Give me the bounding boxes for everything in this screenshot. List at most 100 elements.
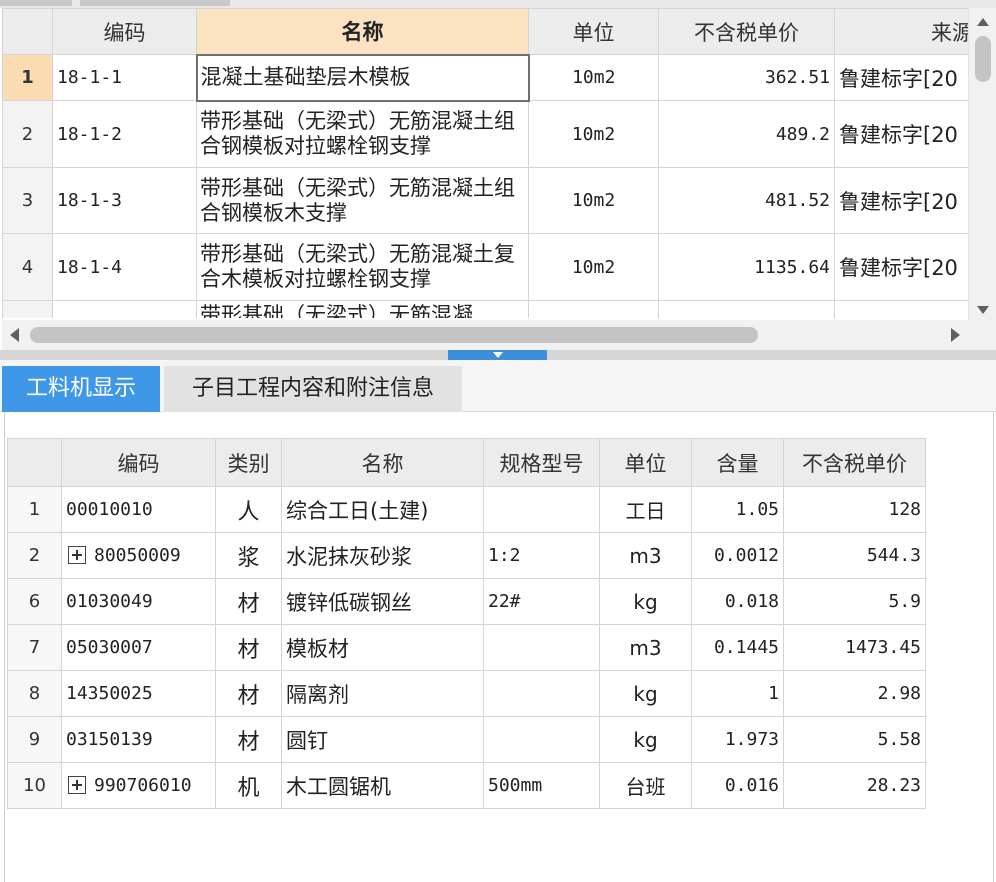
resource-price-cell[interactable]: 544.3: [783, 532, 926, 579]
quota-unit-cell[interactable]: 10m2: [528, 167, 659, 234]
col-header-code[interactable]: 编码: [61, 438, 216, 487]
resource-quantity-cell[interactable]: 0.1445: [691, 624, 784, 671]
resource-row[interactable]: 6 01030049 材镀锌低碳钢丝 22# kg 0.018 5.9: [7, 578, 926, 625]
quota-price-cell[interactable]: [658, 300, 835, 318]
quota-name-cell[interactable]: 带形基础（无梁式）无筋混凝土组合钢模板木支撑: [196, 167, 529, 234]
row-index[interactable]: 8: [7, 670, 62, 717]
resource-category-cell[interactable]: 人: [215, 486, 282, 533]
resource-category-cell[interactable]: 浆: [215, 532, 282, 579]
row-index[interactable]: 1: [2, 54, 53, 101]
tab-labor-material-machine[interactable]: 工料机显示: [2, 366, 160, 412]
quota-unit-cell[interactable]: [528, 300, 659, 318]
quota-code-cell[interactable]: 18-1-4: [52, 233, 197, 301]
top-tab-stub[interactable]: [80, 0, 230, 6]
resource-spec-cell[interactable]: [483, 624, 600, 671]
quota-code-cell[interactable]: 18-1-3: [52, 167, 197, 234]
resource-row[interactable]: 10 990706010 机木工圆锯机 500mm 台班 0.016 28.23: [7, 762, 926, 809]
resource-spec-cell[interactable]: 1:2: [483, 532, 600, 579]
resource-quantity-cell[interactable]: 1: [691, 670, 784, 717]
quota-price-cell[interactable]: 481.52: [658, 167, 835, 234]
resource-quantity-cell[interactable]: 0.0012: [691, 532, 784, 579]
resource-code-cell[interactable]: 03150139: [61, 716, 216, 763]
resource-price-cell[interactable]: 128: [783, 486, 926, 533]
quota-row[interactable]: 4 18-1-4 带形基础（无梁式）无筋混凝土复合木模板对拉螺栓钢支撑 10m2…: [2, 233, 968, 301]
resource-category-cell[interactable]: 材: [215, 716, 282, 763]
col-header-unit[interactable]: 单位: [599, 438, 692, 487]
resource-unit-cell[interactable]: 台班: [599, 762, 692, 809]
quota-row[interactable]: 1 18-1-1 混凝土基础垫层木模板 10m2 362.51 鲁建标字[20: [2, 53, 968, 102]
quota-source-cell[interactable]: 鲁建标字[20: [834, 54, 968, 101]
resource-name-cell[interactable]: 镀锌低碳钢丝: [281, 578, 484, 625]
col-header-spec[interactable]: 规格型号: [483, 438, 600, 487]
quota-name-cell[interactable]: 带形基础（无梁式）无筋混凝土组合钢模板对拉螺栓钢支撑: [196, 100, 529, 168]
resource-row[interactable]: 2 80050009 浆水泥抹灰砂浆 1:2 m3 0.0012 544.3: [7, 532, 926, 579]
top-tab-stub[interactable]: [0, 0, 72, 6]
col-header-quantity[interactable]: 含量: [691, 438, 784, 487]
resource-quantity-cell[interactable]: 0.016: [691, 762, 784, 809]
resource-row[interactable]: 7 05030007 材模板材 m3 0.1445 1473.45: [7, 624, 926, 671]
quota-row[interactable]: 带形基础（无梁式）无筋混凝: [2, 300, 968, 318]
resource-price-cell[interactable]: 5.9: [783, 578, 926, 625]
resource-row[interactable]: 1 00010010 人综合工日(土建) 工日 1.05 128: [7, 486, 926, 533]
resource-spec-cell[interactable]: 500mm: [483, 762, 600, 809]
quota-name-cell[interactable]: 混凝土基础垫层木模板: [195, 53, 530, 102]
row-index[interactable]: 3: [2, 167, 53, 234]
quota-unit-cell[interactable]: 10m2: [528, 54, 659, 101]
vertical-scroll-thumb[interactable]: [975, 36, 991, 82]
resource-code-cell[interactable]: 80050009: [61, 532, 216, 579]
col-header-price[interactable]: 不含税单价: [658, 8, 835, 55]
resource-name-cell[interactable]: 木工圆锯机: [281, 762, 484, 809]
quota-unit-cell[interactable]: 10m2: [528, 233, 659, 301]
resource-code-cell[interactable]: 05030007: [61, 624, 216, 671]
row-index[interactable]: 4: [2, 233, 53, 301]
resource-unit-cell[interactable]: m3: [599, 624, 692, 671]
resource-name-cell[interactable]: 隔离剂: [281, 670, 484, 717]
quota-code-cell[interactable]: 18-1-1: [52, 54, 197, 101]
col-header-name[interactable]: 名称: [196, 8, 529, 55]
resource-row[interactable]: 8 14350025 材隔离剂 kg 1 2.98: [7, 670, 926, 717]
splitter-collapse-button[interactable]: [448, 350, 547, 360]
pane-splitter[interactable]: [0, 350, 996, 360]
resource-category-cell[interactable]: 材: [215, 670, 282, 717]
row-index[interactable]: 6: [7, 578, 62, 625]
resource-category-cell[interactable]: 材: [215, 578, 282, 625]
resource-name-cell[interactable]: 圆钉: [281, 716, 484, 763]
resource-code-cell[interactable]: 01030049: [61, 578, 216, 625]
resource-unit-cell[interactable]: kg: [599, 670, 692, 717]
scroll-down-arrow-icon[interactable]: [977, 306, 989, 314]
resource-row[interactable]: 9 03150139 材圆钉 kg 1.973 5.58: [7, 716, 926, 763]
resource-quantity-cell[interactable]: 1.05: [691, 486, 784, 533]
resource-spec-cell[interactable]: [483, 670, 600, 717]
col-header-name[interactable]: 名称: [281, 438, 484, 487]
horizontal-scrollbar[interactable]: [2, 320, 968, 350]
quota-source-cell[interactable]: 鲁建标字[20: [834, 233, 968, 301]
vertical-scrollbar[interactable]: [968, 8, 996, 320]
resource-name-cell[interactable]: 模板材: [281, 624, 484, 671]
row-index[interactable]: 2: [2, 100, 53, 168]
scroll-up-arrow-icon[interactable]: [977, 18, 989, 26]
resource-quantity-cell[interactable]: 0.018: [691, 578, 784, 625]
col-header-category[interactable]: 类别: [215, 438, 282, 487]
row-index[interactable]: [2, 300, 53, 318]
row-index[interactable]: 1: [7, 486, 62, 533]
row-index[interactable]: 7: [7, 624, 62, 671]
quota-name-cell[interactable]: 带形基础（无梁式）无筋混凝土复合木模板对拉螺栓钢支撑: [196, 233, 529, 301]
quota-name-cell[interactable]: 带形基础（无梁式）无筋混凝: [196, 300, 529, 318]
quota-unit-cell[interactable]: 10m2: [528, 100, 659, 168]
resource-spec-cell[interactable]: [483, 716, 600, 763]
row-index[interactable]: 9: [7, 716, 62, 763]
resource-code-cell[interactable]: 14350025: [61, 670, 216, 717]
resource-price-cell[interactable]: 5.58: [783, 716, 926, 763]
resource-category-cell[interactable]: 机: [215, 762, 282, 809]
resource-code-cell[interactable]: 990706010: [61, 762, 216, 809]
resource-price-cell[interactable]: 28.23: [783, 762, 926, 809]
resource-category-cell[interactable]: 材: [215, 624, 282, 671]
quota-price-cell[interactable]: 489.2: [658, 100, 835, 168]
row-index[interactable]: 10: [7, 762, 62, 809]
col-header-unit[interactable]: 单位: [528, 8, 659, 55]
resource-unit-cell[interactable]: 工日: [599, 486, 692, 533]
resource-unit-cell[interactable]: kg: [599, 578, 692, 625]
quota-price-cell[interactable]: 362.51: [658, 54, 835, 101]
col-header-source[interactable]: 来源: [834, 8, 968, 55]
quota-price-cell[interactable]: 1135.64: [658, 233, 835, 301]
